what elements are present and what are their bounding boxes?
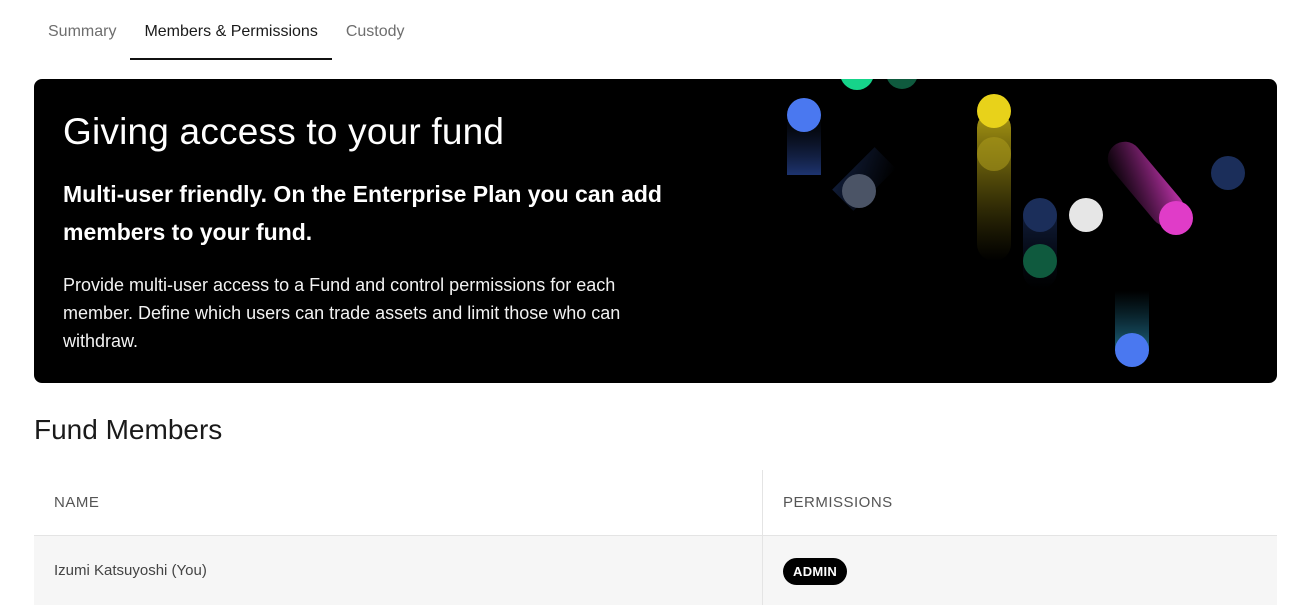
blue-orb [787, 98, 821, 132]
member-name: Izumi Katsuyoshi (You) [34, 536, 763, 605]
tab-bar: Summary Members & Permissions Custody [34, 0, 419, 60]
dark-green-orb [887, 79, 917, 89]
member-permission-cell: ADMIN [763, 536, 848, 605]
fund-members-heading: Fund Members [34, 414, 223, 445]
tab-custody[interactable]: Custody [332, 0, 419, 60]
banner-title: Giving access to your fund [63, 111, 505, 152]
navy-orb-2 [1211, 156, 1245, 190]
grey-orb [842, 174, 876, 208]
banner-description: Provide multi-user access to a Fund and … [63, 275, 621, 351]
green-orb [841, 79, 873, 90]
tab-summary[interactable]: Summary [34, 0, 130, 60]
navy-orb [1023, 198, 1057, 232]
blue-orb-2 [1115, 333, 1149, 367]
info-banner: Giving access to your fund Multi-user fr… [34, 79, 1277, 383]
column-header-permissions: PERMISSIONS [783, 494, 893, 511]
table-row[interactable]: Izumi Katsuyoshi (You) ADMIN [34, 536, 1277, 605]
yellow-orb [977, 94, 1011, 128]
tab-members-permissions[interactable]: Members & Permissions [130, 0, 333, 60]
admin-badge: ADMIN [783, 557, 848, 585]
table-header: NAME PERMISSIONS [34, 470, 1277, 536]
members-table: NAME PERMISSIONS Izumi Katsuyoshi (You) … [34, 470, 1277, 605]
white-orb [1069, 198, 1103, 232]
pink-orb [1159, 201, 1193, 235]
banner-subtitle: Multi-user friendly. On the Enterprise P… [63, 181, 662, 245]
dark-green-orb-2 [1023, 244, 1057, 278]
column-header-name: NAME [34, 470, 763, 535]
